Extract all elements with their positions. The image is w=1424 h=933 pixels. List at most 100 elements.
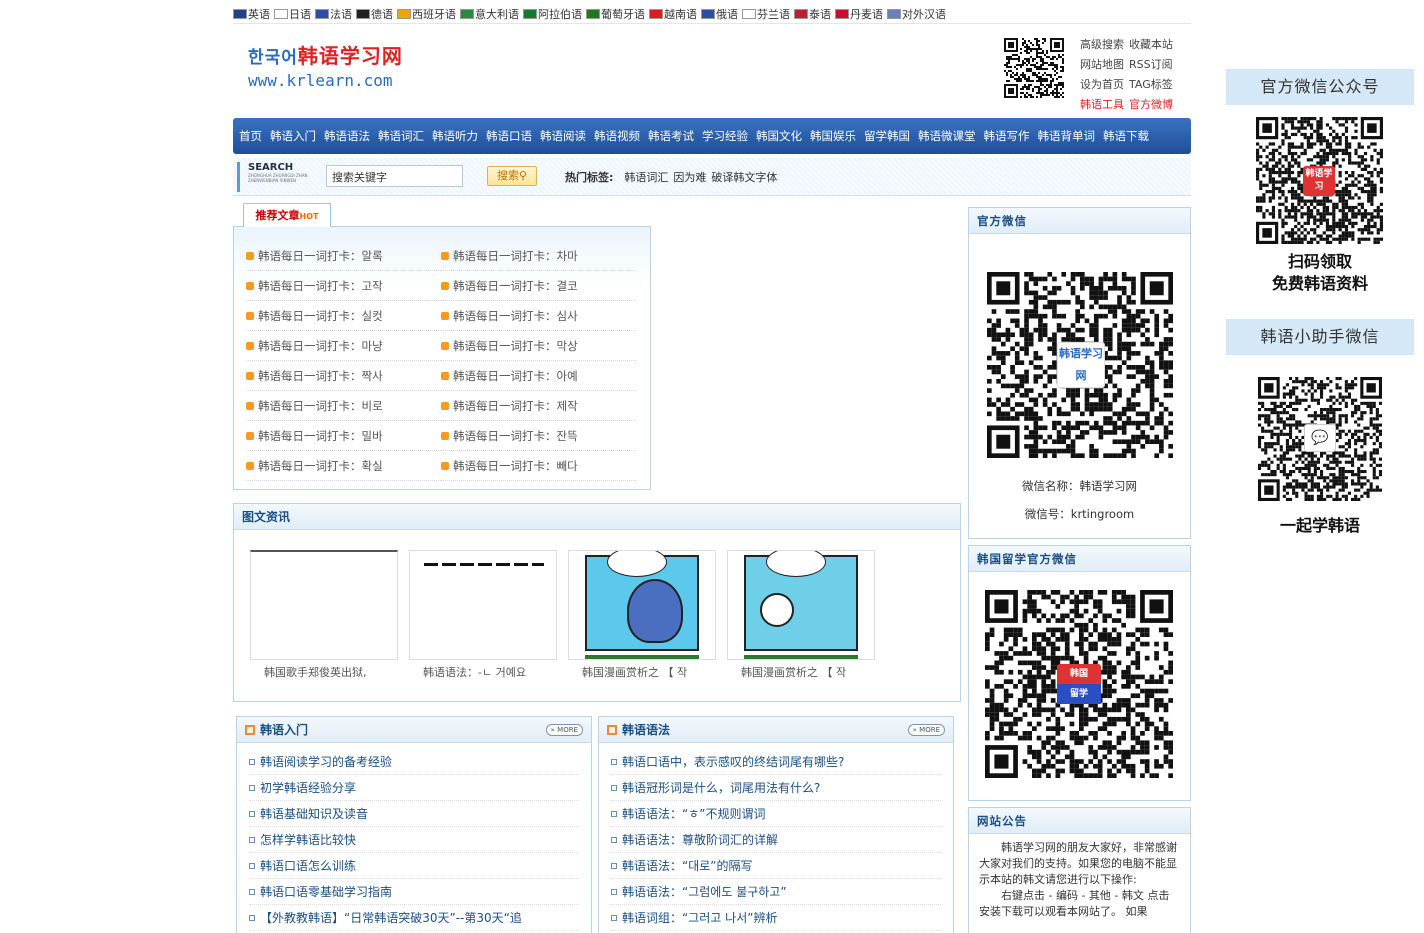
intro-more-button[interactable]: » MORE bbox=[545, 723, 583, 736]
language-link[interactable]: 葡萄牙语 bbox=[586, 6, 645, 22]
language-link[interactable]: 阿拉伯语 bbox=[523, 6, 582, 22]
nav-item[interactable]: 学习经验 bbox=[698, 128, 752, 144]
nav-item[interactable]: 留学韩国 bbox=[860, 128, 914, 144]
language-link[interactable]: 俄语 bbox=[701, 6, 738, 22]
header-link[interactable]: TAG标签 bbox=[1129, 75, 1173, 95]
recommend-item[interactable]: 韩语每日一词打卡：제작 bbox=[441, 391, 636, 421]
recommend-item[interactable]: 韩语每日一词打卡：아예 bbox=[441, 361, 636, 391]
list-item[interactable]: 韩语口语怎么训练 bbox=[249, 853, 579, 879]
recommend-item[interactable]: 韩语每日一词打卡：비로 bbox=[246, 391, 441, 421]
grammar-more-button[interactable]: » MORE bbox=[907, 723, 945, 736]
nav-item[interactable]: 韩语口语 bbox=[482, 128, 536, 144]
language-label: 丹麦语 bbox=[850, 7, 883, 21]
tab-recommend[interactable]: 推荐文章HOT bbox=[243, 203, 331, 227]
list-item-label: 韩语基础知识及读音 bbox=[260, 806, 369, 821]
grammar-panel: 韩语语法 » MORE 韩语口语中，表示感叹的终结词尾有哪些? 韩语冠形词是什么，… bbox=[598, 716, 954, 933]
list-item[interactable]: 韩语词组：“그러고 나서”辨析 bbox=[611, 905, 941, 931]
nav-item[interactable]: 首页 bbox=[235, 128, 266, 144]
bullet-icon bbox=[441, 431, 449, 440]
image-news-item[interactable]: 韩国漫画赏析之 【 작 bbox=[727, 550, 875, 680]
recommend-item[interactable]: 韩语每日一词打卡：결코 bbox=[441, 271, 636, 301]
list-item[interactable]: 初学韩语经验分享 bbox=[249, 775, 579, 801]
header-link[interactable]: 官方微博 bbox=[1129, 95, 1173, 115]
recommend-item[interactable]: 韩语每日一词打卡：빼다 bbox=[441, 451, 636, 481]
language-link[interactable]: 英语 bbox=[233, 6, 270, 22]
language-link[interactable]: 芬兰语 bbox=[742, 6, 790, 22]
hot-tag-link[interactable]: 因为难 bbox=[673, 169, 706, 185]
recommend-item[interactable]: 韩语每日一词打卡：심사 bbox=[441, 301, 636, 331]
recommend-item[interactable]: 韩语每日一词打卡：밀바 bbox=[246, 421, 441, 451]
header-link[interactable]: 网站地图 bbox=[1080, 55, 1124, 75]
nav-item[interactable]: 韩语下载 bbox=[1099, 128, 1153, 144]
header-qr-code bbox=[1004, 38, 1064, 98]
nav-item[interactable]: 韩语听力 bbox=[428, 128, 482, 144]
header-link[interactable]: 设为首页 bbox=[1080, 75, 1124, 95]
search-input[interactable]: 搜索关键字 bbox=[326, 165, 463, 187]
image-news-item[interactable]: 韩国漫画赏析之 【 작 bbox=[568, 550, 716, 680]
language-link[interactable]: 意大利语 bbox=[460, 6, 519, 22]
search-logo-sub: ZHONGHUA ZHUANGDI ZHAN ZHENWENBIAN XINWE… bbox=[248, 173, 308, 183]
language-link[interactable]: 泰语 bbox=[794, 6, 831, 22]
logo-korean: 한국어 bbox=[248, 48, 298, 68]
image-news-item[interactable]: 韩语语法：-ㄴ 거예요 bbox=[409, 550, 557, 680]
header-link[interactable]: 收藏本站 bbox=[1129, 35, 1173, 55]
image-news-item[interactable]: 韩国歌手郑俊英出狱, bbox=[250, 550, 398, 680]
search-button[interactable]: 搜索⚲ bbox=[487, 166, 537, 186]
nav-item[interactable]: 韩语背单词 bbox=[1034, 128, 1100, 144]
hot-tag-link[interactable]: 破译韩文字体 bbox=[711, 169, 777, 185]
hot-tag-link[interactable]: 韩语词汇 bbox=[624, 169, 668, 185]
nav-item[interactable]: 韩语考试 bbox=[644, 128, 698, 144]
qr-logo-bottom: 留学 bbox=[1057, 684, 1101, 704]
list-item[interactable]: 【外教教韩语】“日常韩语突破30天”--第30天“追 bbox=[249, 905, 579, 931]
language-link[interactable]: 德语 bbox=[356, 6, 393, 22]
thumbnail-caption: 韩国漫画赏析之 【 작 bbox=[741, 666, 847, 679]
nav-item[interactable]: 韩语视频 bbox=[590, 128, 644, 144]
bullet-icon bbox=[441, 371, 449, 380]
list-item[interactable]: 韩语口语中，表示感叹的终结词尾有哪些? bbox=[611, 749, 941, 775]
recommend-item[interactable]: 韩语每日一词打卡：막상 bbox=[441, 331, 636, 361]
language-link[interactable]: 法语 bbox=[315, 6, 352, 22]
list-item[interactable]: 韩语语法：尊敬阶词汇的详解 bbox=[611, 827, 941, 853]
list-item[interactable]: 韩语口语零基础学习指南 bbox=[249, 879, 579, 905]
header-link[interactable]: 高级搜索 bbox=[1080, 35, 1124, 55]
recommend-box: 韩语每日一词打卡：알록 韩语每日一词打卡：차마 韩语每日一词打卡：고작 韩语每日一词打… bbox=[233, 226, 651, 490]
nav-item[interactable]: 韩语微课堂 bbox=[914, 128, 980, 144]
nav-item[interactable]: 韩语阅读 bbox=[536, 128, 590, 144]
header-link[interactable]: RSS订阅 bbox=[1129, 55, 1173, 75]
recommend-item[interactable]: 韩语每日一词打卡：마냥 bbox=[246, 331, 441, 361]
header-link[interactable]: 韩语工具 bbox=[1080, 95, 1124, 115]
list-item-label: 韩语阅读学习的备考经验 bbox=[260, 754, 393, 769]
nav-item[interactable]: 韩语词汇 bbox=[374, 128, 428, 144]
bullet-icon bbox=[441, 311, 449, 320]
recommend-item[interactable]: 韩语每日一词打卡：짝사 bbox=[246, 361, 441, 391]
recommend-item[interactable]: 韩语每日一词打卡：잔뜩 bbox=[441, 421, 636, 451]
language-link[interactable]: 对外汉语 bbox=[887, 6, 946, 22]
recommend-item[interactable]: 韩语每日一词打卡：차마 bbox=[441, 241, 636, 271]
nav-item[interactable]: 韩国文化 bbox=[752, 128, 806, 144]
recommend-item[interactable]: 韩语每日一词打卡：알록 bbox=[246, 241, 441, 271]
list-item[interactable]: 韩语基础知识及读音 bbox=[249, 801, 579, 827]
language-link[interactable]: 丹麦语 bbox=[835, 6, 883, 22]
recommend-item[interactable]: 韩语每日一词打卡：실컷 bbox=[246, 301, 441, 331]
recommend-item[interactable]: 韩语每日一词打卡：고작 bbox=[246, 271, 441, 301]
site-logo[interactable]: 한국어韩语学习网 www.krlearn.com bbox=[248, 40, 418, 96]
bullet-icon bbox=[611, 888, 617, 895]
bullet-icon bbox=[249, 784, 255, 791]
nav-item[interactable]: 韩语入门 bbox=[266, 128, 320, 144]
nav-item[interactable]: 韩语写作 bbox=[980, 128, 1034, 144]
list-item[interactable]: 韩语语法：“그럼에도 불구하고” bbox=[611, 879, 941, 905]
nav-item[interactable]: 韩国娱乐 bbox=[806, 128, 860, 144]
list-item[interactable]: 韩语阅读学习的备考经验 bbox=[249, 749, 579, 775]
language-link[interactable]: 越南语 bbox=[649, 6, 697, 22]
list-item[interactable]: 韩语语法：“대로”的隔写 bbox=[611, 853, 941, 879]
list-item[interactable]: 怎样学韩语比较快 bbox=[249, 827, 579, 853]
list-item[interactable]: 韩语语法：“ㅎ”不规则谓词 bbox=[611, 801, 941, 827]
nav-item[interactable]: 韩语语法 bbox=[320, 128, 374, 144]
language-label: 日语 bbox=[289, 7, 311, 21]
recommend-item[interactable]: 韩语每日一词打卡：확실 bbox=[246, 451, 441, 481]
language-link[interactable]: 日语 bbox=[274, 6, 311, 22]
study-abroad-box: 韩国留学官方微信 韩国 留学 bbox=[968, 545, 1191, 801]
bullet-icon bbox=[249, 888, 255, 895]
list-item[interactable]: 韩语冠形词是什么，词尾用法有什么? bbox=[611, 775, 941, 801]
language-link[interactable]: 西班牙语 bbox=[397, 6, 456, 22]
